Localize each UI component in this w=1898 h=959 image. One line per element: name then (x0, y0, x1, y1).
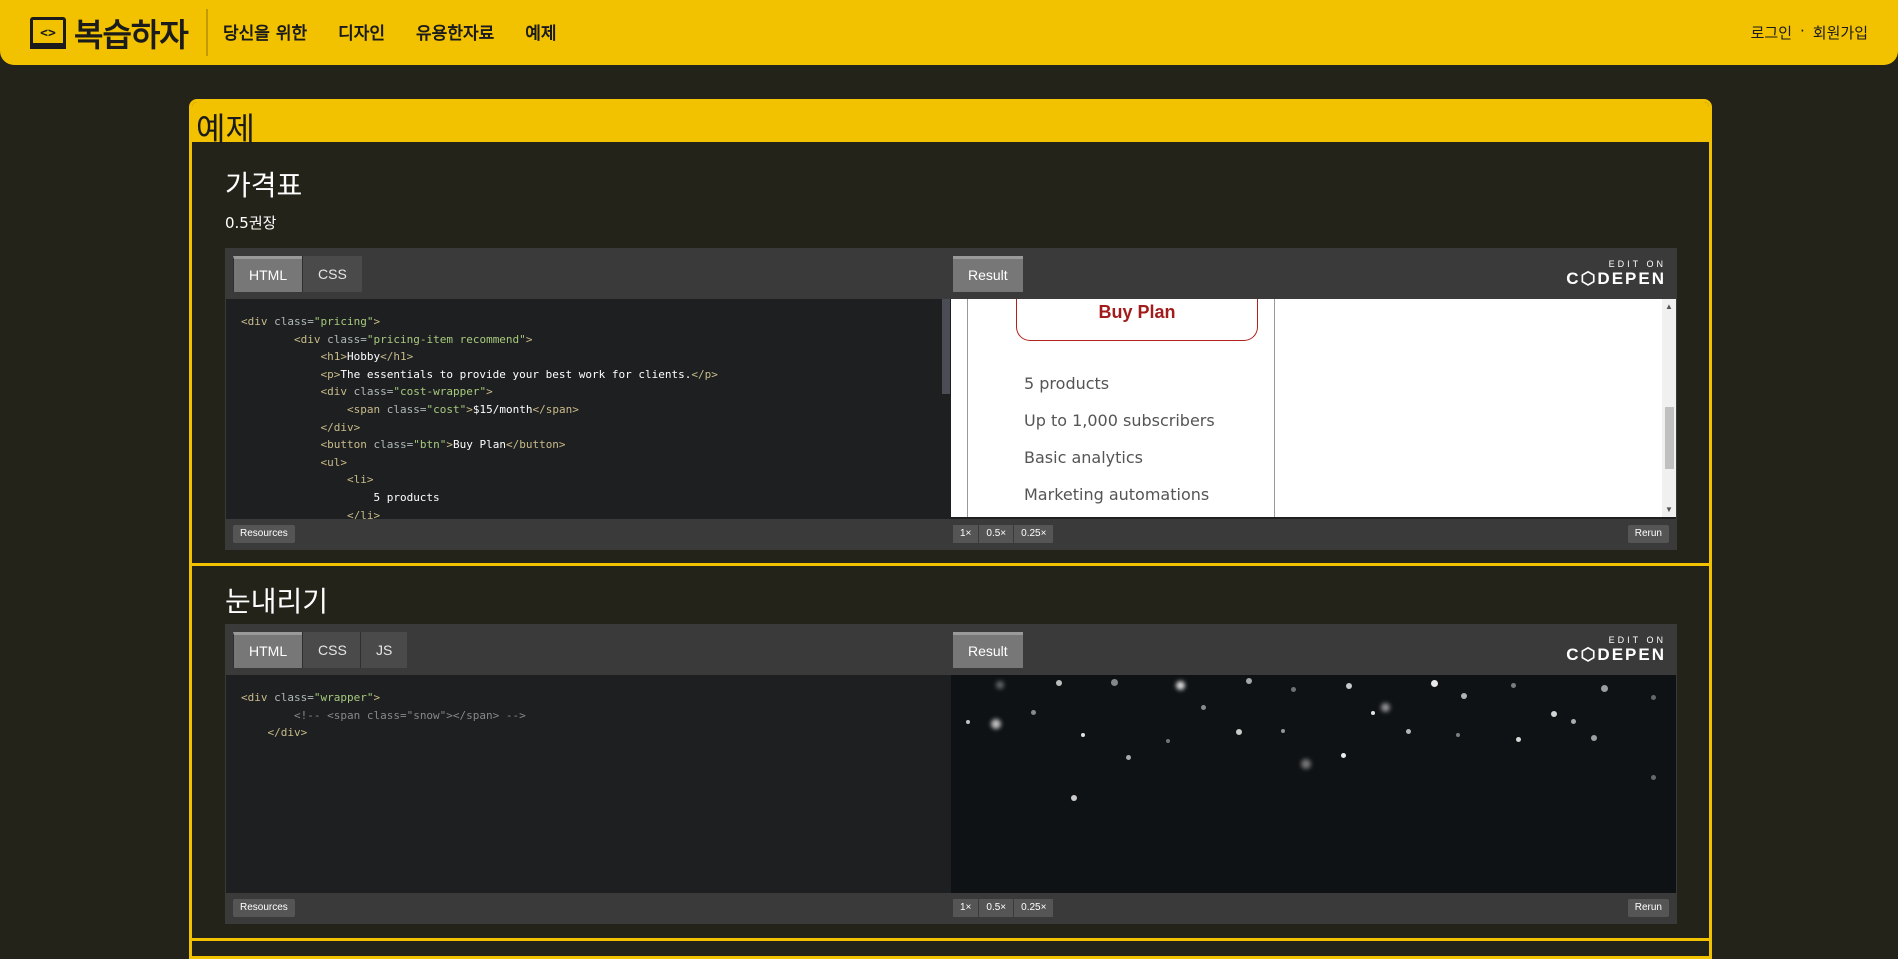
auth-separator: · (1800, 22, 1805, 40)
top-nav: <> 복습하자 당신을 위한 디자인 유용한자료 예제 로그인 · 회원가입 (0, 0, 1898, 65)
codepen-embed-snowfall: HTML CSS JS Result EDIT ON C⬡DEPEN <div … (225, 624, 1677, 924)
snowflake (1176, 681, 1185, 690)
snowflake (1591, 735, 1597, 741)
tab-result[interactable]: Result (953, 256, 1023, 292)
snowflake (1601, 685, 1608, 692)
tab-result[interactable]: Result (953, 632, 1023, 668)
zoom-1x-button[interactable]: 1× (953, 525, 979, 543)
snowflake (1166, 739, 1170, 743)
rerun-button[interactable]: Rerun (1627, 899, 1669, 917)
section-divider (192, 938, 1709, 941)
buy-plan-button[interactable]: Buy Plan (1016, 299, 1258, 341)
section-title-pricing: 가격표 (225, 170, 303, 201)
section-subtitle-pricing: 0.5권장 (225, 214, 277, 232)
embed-footer: Resources 1× 0.5× 0.25× Rerun (226, 519, 1676, 549)
nav-item-for-you[interactable]: 당신을 위한 (223, 19, 307, 44)
result-preview-pricing: Buy Plan 5 products Up to 1,000 subscrib… (951, 299, 1676, 517)
tab-css[interactable]: CSS (302, 256, 362, 292)
snowflake (1456, 733, 1460, 737)
feature-item: Up to 1,000 subscribers (1024, 411, 1215, 430)
snowflake (1381, 703, 1390, 712)
login-link[interactable]: 로그인 (1751, 22, 1792, 43)
snowflake (1126, 755, 1131, 760)
feature-item: Basic analytics (1024, 448, 1143, 467)
zoom-controls: 1× 0.5× 0.25× (953, 899, 1054, 917)
snowflake (1516, 737, 1521, 742)
card-title: 예제 (196, 111, 255, 147)
signup-link[interactable]: 회원가입 (1813, 22, 1868, 43)
snowflake (1071, 795, 1077, 801)
tab-html[interactable]: HTML (233, 632, 303, 668)
scroll-up-icon[interactable]: ▲ (1665, 302, 1673, 311)
auth-links: 로그인 · 회원가입 (1751, 22, 1868, 43)
snowflake (1431, 680, 1438, 687)
snowflake (1571, 719, 1576, 724)
snowflake (1201, 705, 1206, 710)
snowflake (1111, 679, 1118, 686)
snowflake (1461, 693, 1467, 699)
rerun-button[interactable]: Rerun (1627, 525, 1669, 543)
logo-text: 복습하자 (74, 16, 189, 54)
logo-divider (206, 9, 208, 56)
snowflake (1081, 733, 1085, 737)
section-title-snowfall: 눈내리기 (225, 586, 329, 617)
nav-item-resources[interactable]: 유용한자료 (416, 19, 494, 44)
zoom-controls: 1× 0.5× 0.25× (953, 525, 1054, 543)
snowflake (1281, 729, 1285, 733)
tab-html[interactable]: HTML (233, 256, 303, 292)
snowflake (1346, 683, 1352, 689)
zoom-1x-button[interactable]: 1× (953, 899, 979, 917)
feature-item: Marketing automations (1024, 485, 1210, 504)
embed-toolbar: HTML CSS JS Result EDIT ON C⬡DEPEN (226, 625, 1676, 675)
zoom-quarter-button[interactable]: 0.25× (1014, 899, 1054, 917)
scroll-down-icon[interactable]: ▼ (1665, 505, 1673, 514)
pricing-item: Buy Plan 5 products Up to 1,000 subscrib… (967, 299, 1275, 517)
snowflake (1651, 775, 1656, 780)
snowflake (1371, 711, 1375, 715)
scroll-thumb[interactable] (1665, 407, 1674, 469)
feature-item: 5 products (1024, 374, 1110, 393)
code-editor-html[interactable]: <div class="pricing"> <div class="pricin… (226, 299, 951, 519)
tab-js[interactable]: JS (360, 632, 408, 668)
zoom-quarter-button[interactable]: 0.25× (1014, 525, 1054, 543)
logo[interactable]: <> 복습하자 (30, 13, 189, 54)
nav-item-examples[interactable]: 예제 (525, 19, 556, 44)
embed-footer: Resources 1× 0.5× 0.25× Rerun (226, 893, 1676, 923)
code-editor-html[interactable]: <div class="wrapper"> <!-- <span class="… (226, 675, 951, 893)
nav-item-design[interactable]: 디자인 (338, 19, 385, 44)
snowflake (966, 720, 970, 724)
snowflake (1406, 729, 1411, 734)
result-preview-snowfall (951, 675, 1676, 893)
snowflake (996, 681, 1004, 689)
codepen-embed-pricing: HTML CSS Result EDIT ON C⬡DEPEN <div cla… (225, 248, 1677, 550)
zoom-half-button[interactable]: 0.5× (979, 899, 1014, 917)
snowflake (1551, 711, 1557, 717)
embed-toolbar: HTML CSS Result EDIT ON C⬡DEPEN (226, 249, 1676, 299)
code-scrollbar[interactable] (942, 299, 950, 394)
snowflake (1056, 680, 1062, 686)
code-book-icon: <> (30, 17, 66, 49)
snowflake (1246, 678, 1252, 684)
zoom-half-button[interactable]: 0.5× (979, 525, 1014, 543)
snowflake (1341, 753, 1346, 758)
edit-on-codepen-link[interactable]: EDIT ON C⬡DEPEN (1566, 259, 1666, 289)
snowflake (1301, 759, 1311, 769)
codepen-logo-icon: C⬡DEPEN (1566, 645, 1666, 664)
snowflake (1651, 695, 1656, 700)
snowflake (1291, 687, 1296, 692)
snowflake (1511, 683, 1516, 688)
snowflake (1031, 710, 1036, 715)
resources-button[interactable]: Resources (233, 525, 295, 543)
codepen-logo-icon: C⬡DEPEN (1566, 269, 1666, 288)
snowflake (1236, 729, 1242, 735)
main-nav: 당신을 위한 디자인 유용한자료 예제 (223, 19, 557, 44)
section-divider (192, 563, 1709, 566)
tab-css[interactable]: CSS (302, 632, 362, 668)
edit-on-codepen-link[interactable]: EDIT ON C⬡DEPEN (1566, 635, 1666, 665)
examples-card: 예제 가격표 0.5권장 HTML CSS Result EDIT ON C⬡D… (189, 99, 1712, 959)
result-scrollbar[interactable]: ▲ ▼ (1662, 299, 1676, 517)
card-header: 예제 (192, 102, 1709, 147)
snowflake (991, 719, 1001, 729)
resources-button[interactable]: Resources (233, 899, 295, 917)
